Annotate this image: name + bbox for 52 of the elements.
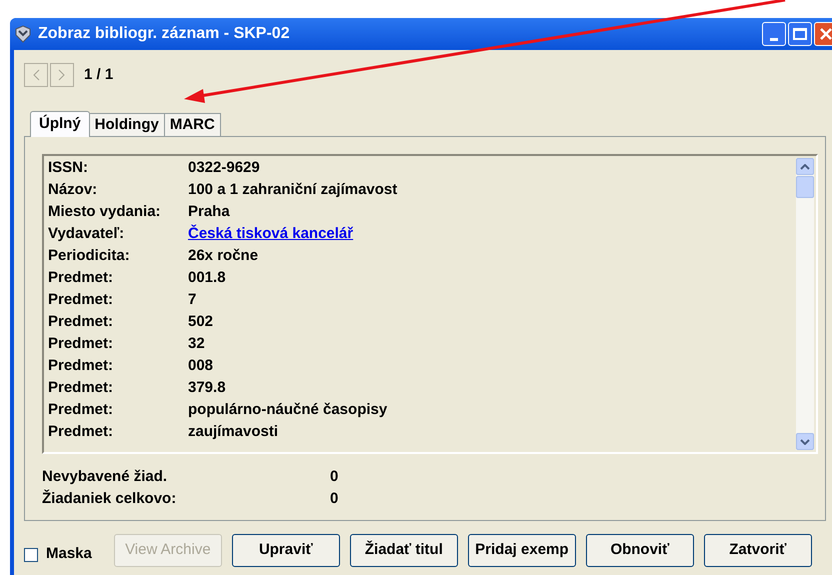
- publisher-link[interactable]: Česká tisková kancelář: [188, 222, 354, 246]
- action-button[interactable]: Žiadať titul: [350, 534, 458, 567]
- summary-value: 0: [330, 488, 338, 509]
- scroll-thumb[interactable]: [796, 176, 814, 198]
- action-button[interactable]: Pridaj exemp: [468, 534, 576, 567]
- field-value: 32: [188, 334, 205, 354]
- tab[interactable]: Holdingy: [90, 113, 165, 136]
- field-label: Predmet:: [48, 378, 114, 398]
- field-label: Periodicita:: [48, 246, 131, 266]
- close-icon: [819, 27, 832, 41]
- field-label: Názov:: [48, 180, 98, 200]
- field-label: Predmet:: [48, 312, 114, 332]
- field-value: 001.8: [188, 268, 226, 288]
- action-button[interactable]: Zatvoriť: [704, 534, 812, 567]
- field-label: Vydavateľ:: [48, 224, 126, 244]
- action-button[interactable]: Obnoviť: [586, 534, 694, 567]
- field-label: ISSN:: [48, 158, 90, 178]
- close-button[interactable]: [814, 22, 832, 46]
- scrollbar[interactable]: [796, 158, 814, 450]
- summary-label: Nevybavené žiad.: [42, 466, 168, 487]
- field-value: 26x ročne: [188, 246, 258, 266]
- field-value: zaujímavosti: [188, 422, 278, 442]
- tab[interactable]: Úplný: [30, 111, 90, 137]
- field-value: 379.8: [188, 378, 226, 398]
- field-label: Predmet:: [48, 268, 114, 288]
- field-label: Predmet:: [48, 356, 114, 376]
- field-label: Predmet:: [48, 334, 114, 354]
- summary-label: Žiadaniek celkovo:: [42, 488, 178, 509]
- minimize-button[interactable]: [762, 22, 786, 46]
- summary-value: 0: [330, 466, 338, 487]
- field-value: populárno-náučné časopisy: [188, 400, 388, 420]
- record-counter: 1 / 1: [84, 64, 114, 85]
- window-title: Zobraz bibliogr. záznam - SKP-02: [38, 24, 291, 44]
- field-value: 100 a 1 zahraniční zajímavost: [188, 180, 398, 200]
- field-value: Praha: [188, 202, 230, 222]
- maximize-button[interactable]: [788, 22, 812, 46]
- field-label: Miesto vydania:: [48, 202, 162, 222]
- tab[interactable]: MARC: [164, 113, 221, 136]
- field-value: 0322-9629: [188, 158, 260, 178]
- field-label: Predmet:: [48, 422, 114, 442]
- action-button[interactable]: Upraviť: [232, 534, 340, 567]
- field-label: Predmet:: [48, 290, 114, 310]
- chevron-right-icon: [58, 69, 66, 81]
- window-app-icon: [14, 25, 32, 43]
- field-label: Predmet:: [48, 400, 114, 420]
- scroll-down-icon[interactable]: [796, 433, 814, 450]
- field-value: 502: [188, 312, 214, 332]
- mask-checkbox[interactable]: Maska: [24, 543, 92, 566]
- field-value: 7: [188, 290, 196, 310]
- field-value: 008: [188, 356, 214, 376]
- scroll-up-icon[interactable]: [796, 158, 814, 175]
- chevron-left-icon: [32, 69, 40, 81]
